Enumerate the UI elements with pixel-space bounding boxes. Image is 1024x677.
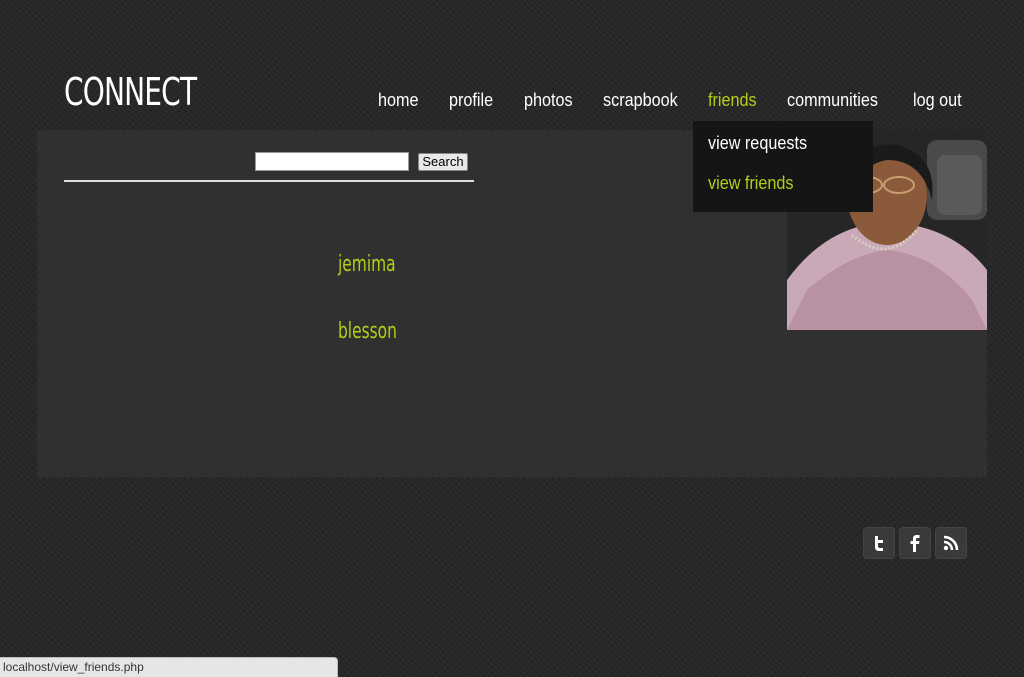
friend-link-blesson[interactable]: blesson bbox=[338, 319, 397, 344]
nav-scrapbook[interactable]: scrapbook bbox=[603, 90, 678, 111]
nav-photos[interactable]: photos bbox=[524, 90, 573, 111]
friend-link-jemima[interactable]: jemima bbox=[338, 252, 396, 277]
menu-item-view-requests[interactable]: view requests bbox=[708, 133, 807, 154]
menu-item-view-friends[interactable]: view friends bbox=[708, 173, 794, 194]
rss-icon[interactable] bbox=[935, 527, 967, 559]
friends-dropdown-menu: view requests view friends bbox=[693, 121, 873, 212]
search-divider bbox=[64, 180, 474, 182]
search-input[interactable] bbox=[255, 152, 409, 171]
nav-profile[interactable]: profile bbox=[449, 90, 493, 111]
nav-log-out[interactable]: log out bbox=[913, 90, 962, 111]
nav-friends[interactable]: friends bbox=[708, 90, 757, 111]
main-nav: home profile photos scrapbook friends co… bbox=[0, 90, 1024, 120]
nav-home[interactable]: home bbox=[378, 90, 419, 111]
nav-communities[interactable]: communities bbox=[787, 90, 878, 111]
browser-status-bar: localhost/view_friends.php bbox=[0, 657, 338, 677]
twitter-icon[interactable] bbox=[863, 527, 895, 559]
search-button[interactable]: Search bbox=[418, 153, 468, 171]
facebook-icon[interactable] bbox=[899, 527, 931, 559]
